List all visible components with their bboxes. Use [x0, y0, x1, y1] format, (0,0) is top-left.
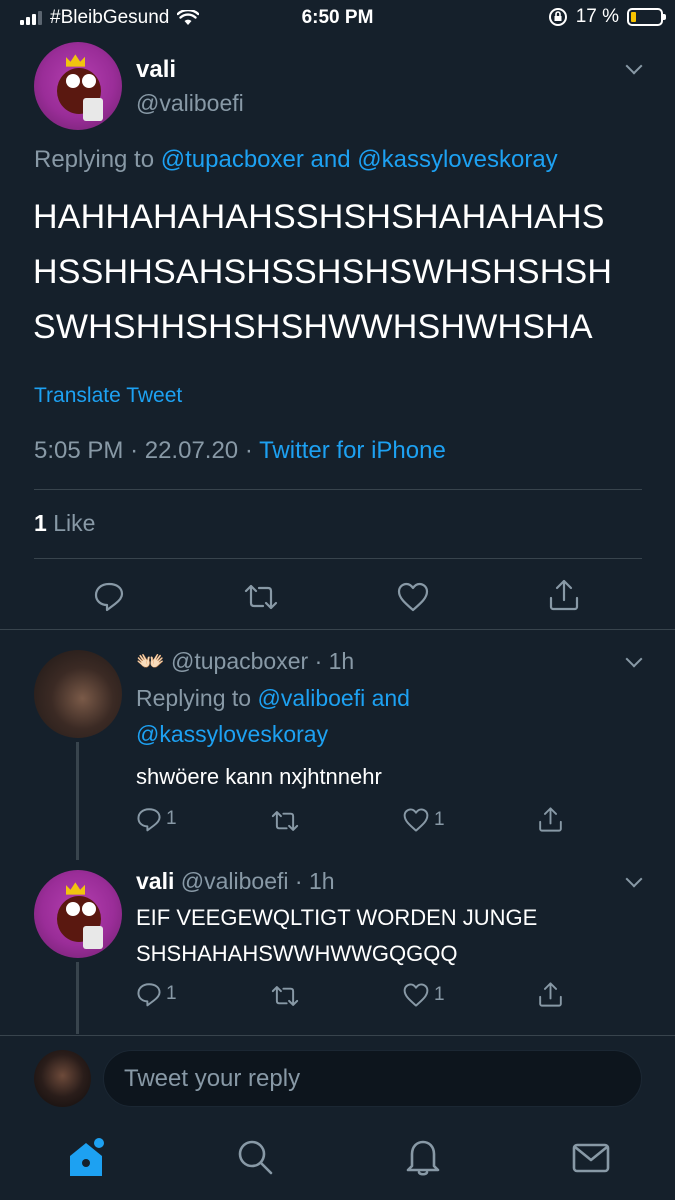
messages-icon: [572, 1143, 610, 1173]
heart-icon: [397, 582, 429, 612]
retweet-button[interactable]: [243, 581, 279, 613]
retweet-icon: [271, 986, 299, 1006]
reply-count: 1: [166, 983, 177, 1004]
reply-count: 1: [166, 808, 177, 829]
share-button[interactable]: [547, 578, 581, 612]
like-label: Like: [53, 510, 96, 536]
mention-link[interactable]: @kassyloveskoray: [357, 146, 557, 173]
reply-age: 1h: [328, 648, 355, 674]
tweet-text-line: SWHSHHSHSHSHWWHSHWHSHA: [33, 308, 593, 346]
tweet-time: 5:05 PM: [34, 437, 124, 464]
like-button[interactable]: 1: [402, 982, 445, 1008]
like-count: 1: [434, 984, 445, 1005]
tweet-meta: 5:05 PM · 22.07.20 · Twitter for iPhone: [34, 437, 446, 464]
reply-text: EIF VEEGEWQLTIGT WORDEN JUNGE SHSHAHAHSW…: [136, 900, 537, 972]
replying-and: and: [310, 146, 351, 173]
reply-button[interactable]: 1: [136, 981, 177, 1007]
reply-button[interactable]: [93, 580, 125, 612]
tab-home[interactable]: [66, 1136, 106, 1185]
reply-icon: [137, 983, 161, 1007]
author-name[interactable]: vali: [136, 868, 174, 894]
divider: [34, 489, 642, 490]
share-icon: [539, 982, 562, 1007]
tweet-text: HAHHAHAHAHSSHSHSHAHAHAHS HSSHHSAHSHSSHSH…: [33, 190, 633, 355]
reply-text: shwöere kann nxjhtnnehr: [136, 764, 382, 789]
mention-link[interactable]: @valiboefi: [257, 685, 365, 711]
rotation-lock-icon: [548, 8, 567, 26]
like-count: 1: [434, 809, 445, 830]
tab-notifications[interactable]: [404, 1136, 442, 1183]
notifications-icon: [406, 1140, 440, 1176]
heart-icon: [403, 808, 429, 832]
status-right: 17 %: [548, 6, 666, 28]
share-icon: [549, 579, 579, 611]
retweet-icon: [244, 584, 278, 610]
tab-messages[interactable]: [571, 1142, 611, 1179]
translate-tweet-link[interactable]: Translate Tweet: [34, 384, 182, 408]
replying-to-prefix: Replying to: [136, 685, 252, 711]
replying-and: and: [371, 685, 410, 711]
replying-to-prefix: Replying to: [34, 146, 155, 173]
likes-summary[interactable]: 1 Like: [34, 510, 95, 537]
battery-percent: 17 %: [575, 6, 619, 27]
tweet-text-line: HAHHAHAHAHSSHSHSHAHAHAHS: [33, 198, 605, 236]
avatar[interactable]: [34, 42, 122, 130]
heart-icon: [403, 983, 429, 1007]
retweet-button[interactable]: [270, 983, 300, 1009]
reply-header: 👐🏻 @tupacboxer · 1h: [136, 648, 355, 674]
chevron-down-icon[interactable]: [625, 650, 643, 668]
reply-header: vali @valiboefi · 1h: [136, 868, 335, 894]
reply-text-line: SHSHAHAHSWWHWWGQGQQ: [136, 941, 458, 966]
author-name[interactable]: vali: [136, 56, 176, 84]
thread-line: [76, 962, 79, 1034]
share-button[interactable]: [537, 806, 564, 833]
battery-icon: [627, 8, 666, 26]
tweet-text-line: HSSHHSAHSHSSHSHSWHSHSHSH: [33, 253, 613, 291]
avatar: [34, 1050, 91, 1107]
reply-icon: [94, 582, 124, 612]
retweet-button[interactable]: [270, 808, 300, 834]
reply-input[interactable]: Tweet your reply: [103, 1050, 642, 1107]
reply-text-line: EIF VEEGEWQLTIGT WORDEN JUNGE: [136, 905, 538, 930]
search-icon: [238, 1140, 273, 1175]
like-button[interactable]: 1: [402, 807, 445, 833]
mention-link[interactable]: @tupacboxer: [161, 146, 304, 173]
home-icon: [70, 1138, 104, 1176]
avatar[interactable]: [34, 650, 122, 738]
retweet-icon: [271, 811, 299, 831]
avatar[interactable]: [34, 870, 122, 958]
tweet-date: 22.07.20: [144, 437, 239, 464]
thread-line: [76, 742, 79, 860]
chevron-down-icon[interactable]: [625, 870, 643, 888]
reply-button[interactable]: 1: [136, 806, 177, 832]
divider: [0, 629, 675, 630]
mention-link[interactable]: @kassyloveskoray: [136, 721, 328, 747]
status-bar: #BleibGesund 6:50 PM 17 %: [0, 0, 675, 36]
author-handle[interactable]: @valiboefi: [181, 868, 289, 894]
replying-to: Replying to @tupacboxer and @kassylovesk…: [34, 146, 558, 174]
reply-icon: [137, 808, 161, 832]
author-handle[interactable]: @valiboefi: [136, 90, 244, 117]
tweet-source-link[interactable]: Twitter for iPhone: [259, 437, 446, 464]
replying-to: Replying to @valiboefi and @kassylovesko…: [136, 680, 566, 752]
chevron-down-icon[interactable]: [625, 57, 643, 75]
author-handle[interactable]: @tupacboxer: [171, 648, 308, 674]
reply-age: 1h: [308, 868, 335, 894]
divider: [0, 1035, 675, 1036]
like-button[interactable]: [396, 581, 430, 613]
like-count: 1: [34, 510, 47, 536]
divider: [34, 558, 642, 559]
share-button[interactable]: [537, 981, 564, 1008]
tab-search[interactable]: [236, 1138, 274, 1181]
share-icon: [539, 807, 562, 832]
display-name-emoji[interactable]: 👐🏻: [136, 648, 165, 674]
